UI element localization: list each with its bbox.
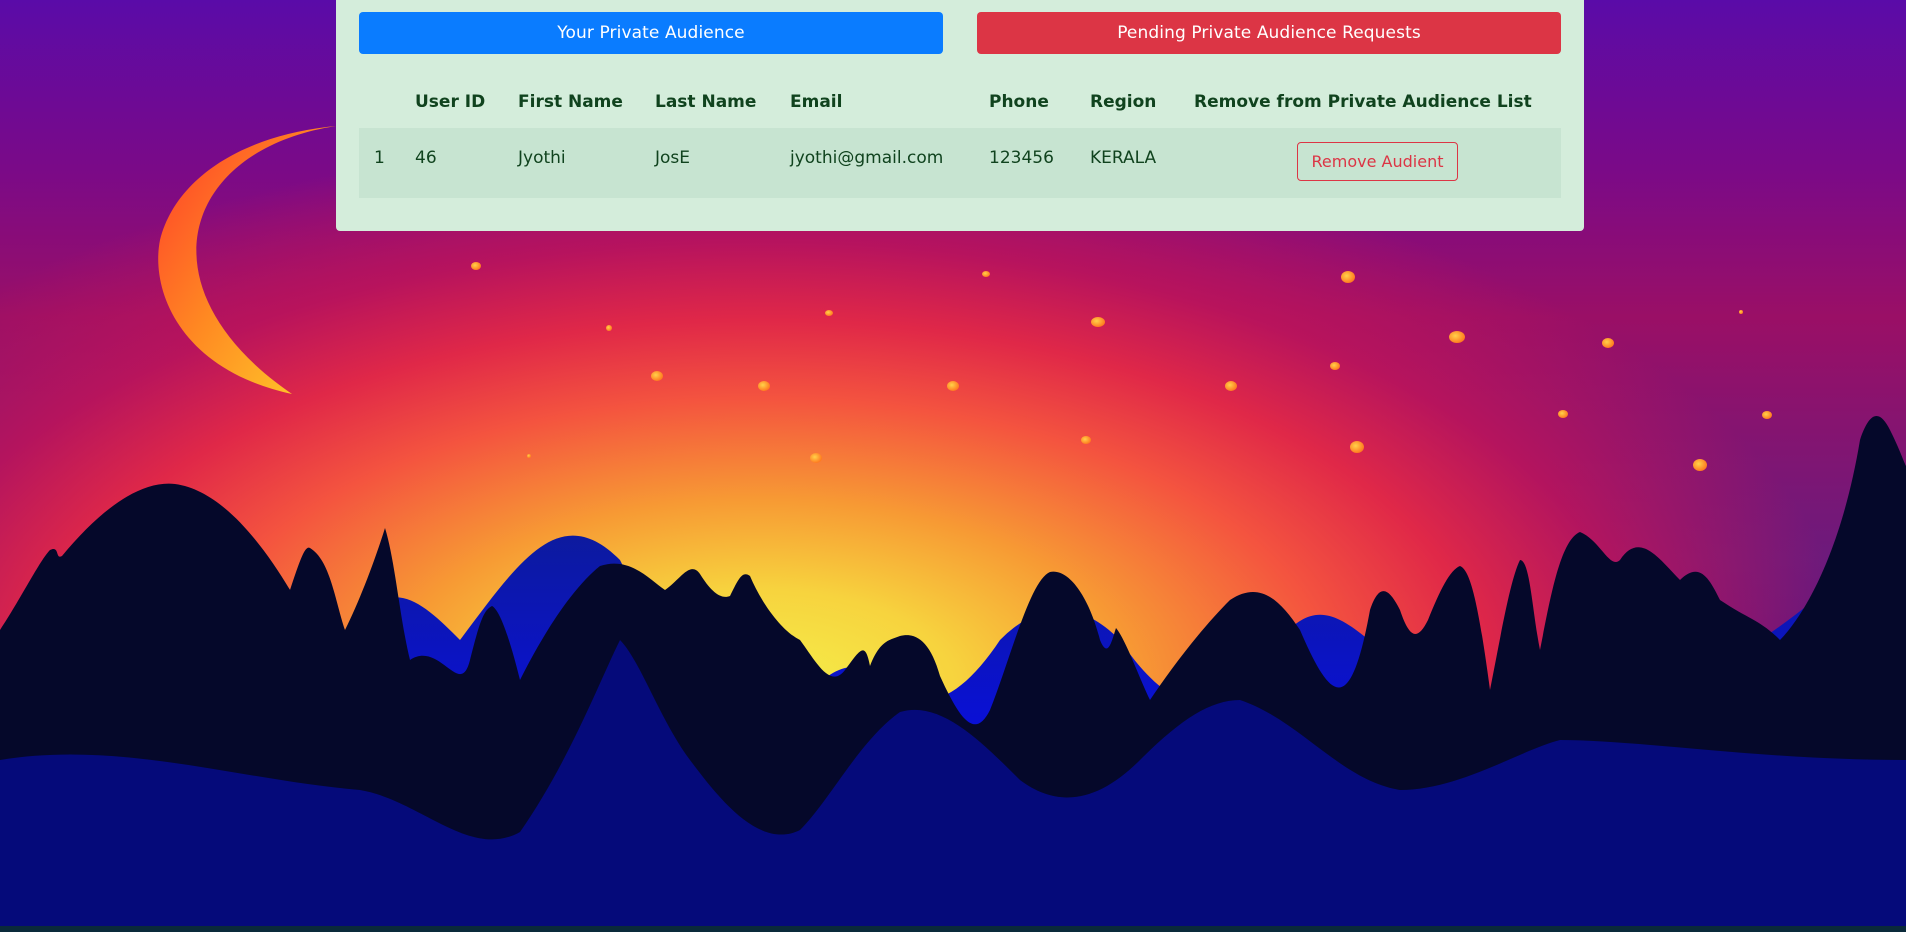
row-user-id: 46	[415, 128, 518, 198]
table-row: 1 46 Jyothi JosE jyothi@gmail.com 123456…	[359, 128, 1561, 198]
column-header-first-name: First Name	[518, 92, 623, 112]
private-audience-panel: Your Private Audience Pending Private Au…	[336, 0, 1584, 231]
row-action-cell: Remove Audient	[1194, 128, 1561, 198]
audience-table: User ID First Name Last Name Email Phone…	[359, 76, 1561, 198]
row-region: KERALA	[1090, 128, 1194, 198]
row-first-name: Jyothi	[518, 128, 655, 198]
column-header-email: Email	[790, 92, 843, 112]
stars	[471, 262, 1772, 471]
page-background: Your Private Audience Pending Private Au…	[0, 0, 1906, 932]
column-header-remove: Remove from Private Audience List	[1194, 92, 1532, 112]
remove-audient-button[interactable]: Remove Audient	[1296, 142, 1459, 181]
row-phone: 123456	[989, 128, 1090, 198]
column-header-user-id: User ID	[415, 92, 486, 112]
column-header-phone: Phone	[989, 92, 1049, 112]
row-email: jyothi@gmail.com	[790, 128, 989, 198]
row-index: 1	[359, 128, 415, 198]
your-private-audience-button[interactable]: Your Private Audience	[359, 12, 943, 54]
table-header-row: User ID First Name Last Name Email Phone…	[359, 76, 1561, 128]
column-header-index	[359, 76, 415, 128]
row-last-name: JosE	[655, 128, 790, 198]
pending-requests-button[interactable]: Pending Private Audience Requests	[977, 12, 1561, 54]
column-header-last-name: Last Name	[655, 92, 757, 112]
column-header-region: Region	[1090, 92, 1157, 112]
crescent-moon-icon	[158, 126, 336, 394]
